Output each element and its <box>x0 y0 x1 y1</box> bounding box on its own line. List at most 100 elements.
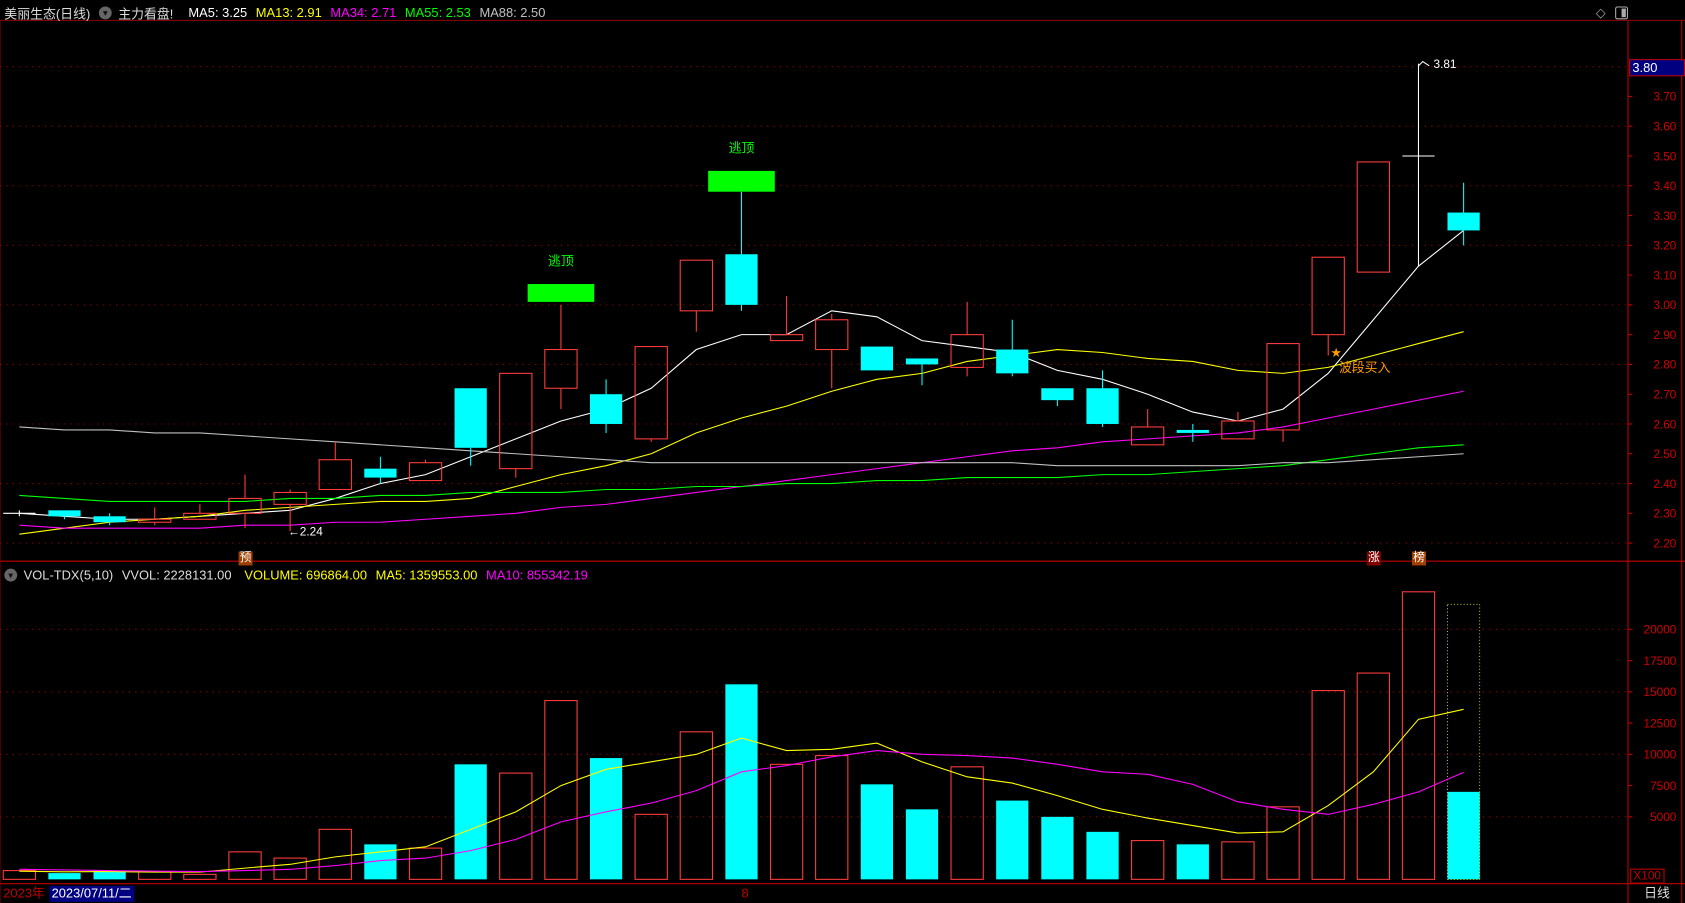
stock-title: 美丽生态(日线) <box>4 5 91 21</box>
bang-marker: 榜 <box>1412 551 1426 566</box>
y-tick-label: 3.10 <box>1653 268 1676 282</box>
selected-date: 2023/07/11/二 <box>49 885 134 902</box>
volume-bar <box>1311 690 1345 880</box>
zhang-marker: 涨 <box>1366 551 1381 566</box>
y-tick-label: 2.20 <box>1653 536 1676 550</box>
volume-bar <box>408 847 443 880</box>
month-mark: 8 <box>741 885 749 901</box>
candle-body <box>318 459 352 491</box>
candle-body <box>544 348 578 389</box>
volume-indicator-name: VOL-TDX(5,10) <box>23 567 114 583</box>
candle-body <box>815 319 849 351</box>
vvol-value: VVOL: 2228131.00 <box>121 567 232 583</box>
volume-bar <box>1266 806 1300 880</box>
y-tick-label: 10000 <box>1644 748 1677 762</box>
candle-body <box>1131 426 1165 446</box>
candle-body <box>860 346 893 371</box>
y-tick-label: 20000 <box>1644 623 1677 637</box>
price-header: 美丽生态(日线) ▾ 主力看盘! MA5: 3.25 MA13: 2.91 MA… <box>4 3 554 22</box>
candle-body <box>634 346 668 440</box>
dropdown-icon[interactable]: ▾ <box>98 6 112 20</box>
escape-top-label: 逃顶 <box>729 141 755 156</box>
volume-bar <box>1447 791 1480 880</box>
volume-bar <box>228 851 262 880</box>
candle-body <box>1447 212 1480 231</box>
ma5-value: MA5: 3.25 <box>188 5 248 21</box>
y-tick-label: 15000 <box>1644 685 1677 699</box>
ma34-value: MA34: 2.71 <box>330 5 397 21</box>
chart-window: 2.20 2.30 2.40 2.50 2.60 2.70 2.80 2.90 3.00 3.10… <box>0 0 1685 903</box>
volume-bar <box>1131 840 1165 880</box>
y-tick-label: 2.40 <box>1653 477 1676 491</box>
y-tick-label: 3.60 <box>1653 120 1676 134</box>
escape-top-signal <box>527 284 595 302</box>
volume-bar <box>183 873 217 880</box>
candle-body <box>1311 256 1345 336</box>
y-tick-label: 2.90 <box>1653 328 1676 342</box>
y-tick-label: 2.70 <box>1653 388 1676 402</box>
panel-toggle-icon[interactable] <box>1615 6 1629 20</box>
diamond-icon[interactable]: ◇ <box>1596 5 1606 20</box>
vol-ma10-value: MA10: 855342.19 <box>486 567 588 583</box>
y-tick-label: 3.00 <box>1653 298 1676 312</box>
candle-body <box>725 254 758 305</box>
year-label: 2023年 <box>3 885 45 901</box>
vol-ma5-value: MA5: 1359553.00 <box>375 567 478 583</box>
y-tick-label: 17500 <box>1644 654 1677 668</box>
candle-body <box>138 518 172 523</box>
candle-body <box>1041 388 1074 401</box>
candle-body <box>679 259 713 312</box>
y-tick-label: 3.40 <box>1653 179 1676 193</box>
candle-body <box>589 394 623 424</box>
y-tick-label: 2.60 <box>1653 417 1676 431</box>
candle-body <box>93 516 126 523</box>
chart-canvas[interactable]: 2.20 2.30 2.40 2.50 2.60 2.70 2.80 2.90 3.00 3.10… <box>0 0 1685 903</box>
volume-bar <box>996 800 1029 880</box>
pre-marker: 预 <box>238 551 253 566</box>
candle-body <box>408 462 443 482</box>
ma55-value: MA55: 2.53 <box>404 5 471 21</box>
volume-bar <box>1401 591 1436 880</box>
volume-bar <box>725 684 758 880</box>
escape-top-label: 逃顶 <box>548 254 574 269</box>
dropdown-icon[interactable]: ▾ <box>4 568 18 582</box>
y-tick-label: 2.30 <box>1653 507 1676 521</box>
escape-top-signal <box>708 170 775 192</box>
y-tick-label: 7500 <box>1650 779 1677 793</box>
volume-bar <box>769 763 804 880</box>
volume-unit-label: X100 <box>1630 868 1665 884</box>
volume-value: VOLUME: 696864.00 <box>244 567 368 583</box>
volume-bar <box>138 871 172 880</box>
candle-body <box>364 468 397 478</box>
candle-body <box>996 349 1029 374</box>
high-price-label: 3.81 <box>1434 57 1457 71</box>
volume-bar <box>1176 844 1209 880</box>
candle-body <box>1176 429 1209 433</box>
candle-body <box>950 334 984 368</box>
volume-bar <box>634 813 668 880</box>
wave-buy-label: 波段买入 <box>1339 360 1391 375</box>
candle-body <box>48 510 81 517</box>
volume-header: ▾ VOL-TDX(5,10) VVOL: 2228131.00 VOLUME:… <box>4 565 596 584</box>
volume-bar <box>589 758 623 880</box>
candle-body <box>1266 343 1300 431</box>
volume-bar <box>815 755 849 880</box>
volume-bar <box>1356 672 1390 880</box>
y-tick-label: 5000 <box>1650 810 1677 824</box>
volume-bar <box>454 764 487 880</box>
indicator-name: 主力看盘! <box>118 5 174 21</box>
candle-body <box>1356 161 1390 273</box>
candle-body <box>454 388 487 448</box>
ma-line-ma88 <box>19 426 1464 467</box>
candle-body <box>1086 388 1119 424</box>
y-tick-label: 12500 <box>1644 716 1677 730</box>
y-tick-label: 2.50 <box>1653 447 1676 461</box>
star-icon: ★ <box>1330 345 1342 360</box>
y-tick-label: 3.70 <box>1653 90 1676 104</box>
period-tab[interactable]: 日线 <box>1644 886 1670 902</box>
candle-body <box>769 334 804 342</box>
y-tick-label: 3.30 <box>1653 209 1676 223</box>
volume-bar <box>544 700 578 880</box>
y-tick-label: 3.50 <box>1653 149 1676 163</box>
ma-line-ma13 <box>19 331 1464 535</box>
